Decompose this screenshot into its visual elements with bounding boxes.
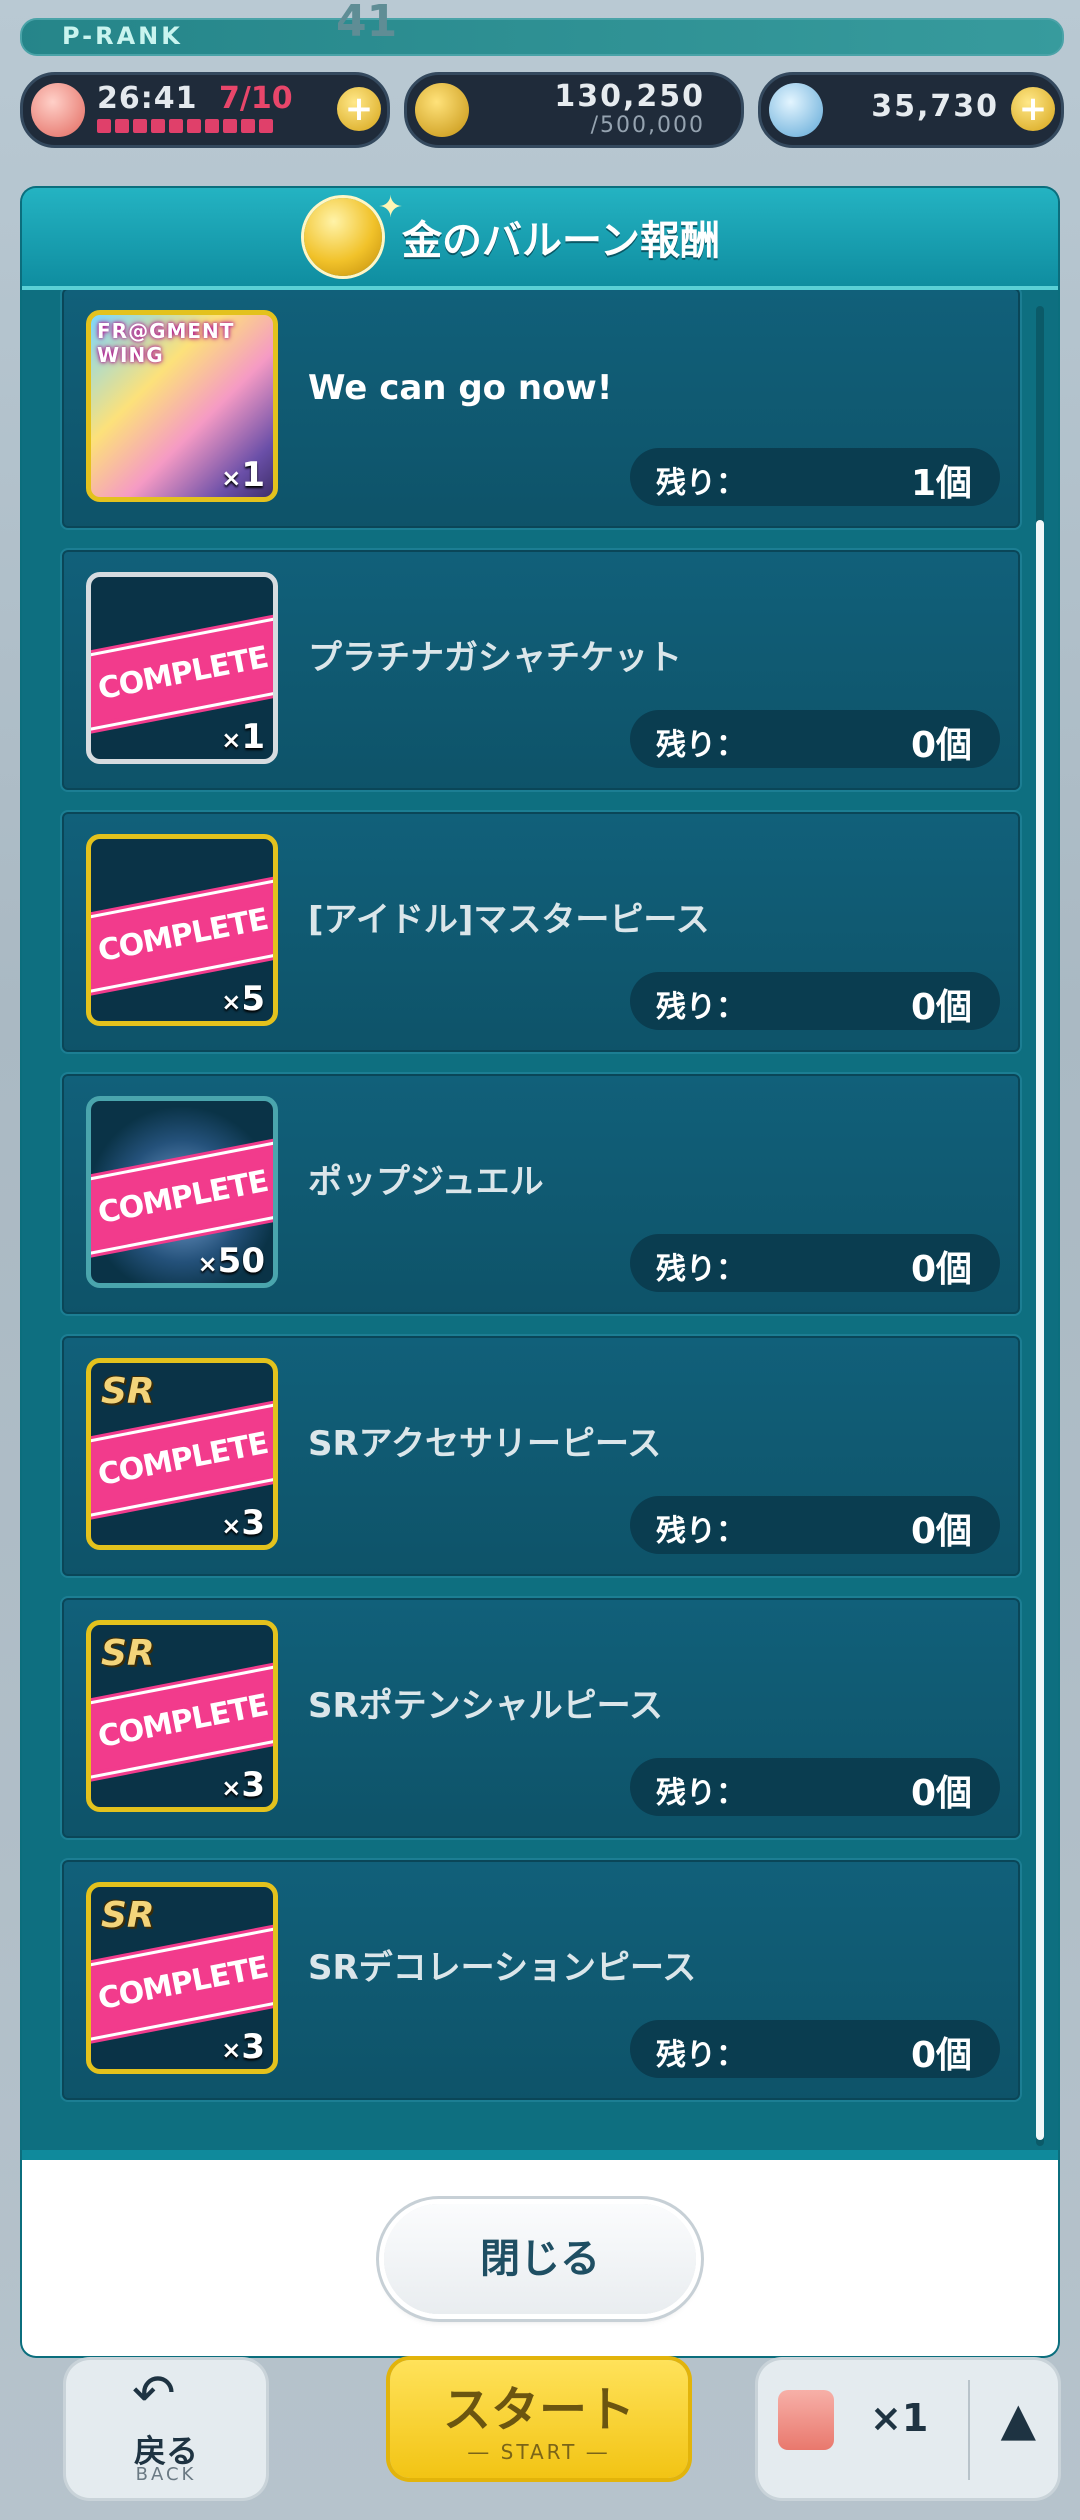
reward-name: SRポテンシャルピース [308, 1686, 663, 1726]
remaining-value: 0個 [910, 1249, 972, 1290]
remaining-label: 残り： [656, 1514, 746, 1549]
remaining-box: 残り： 0個 [630, 972, 1000, 1030]
remaining-box: 残り： 0個 [630, 1496, 1000, 1554]
complete-stamp: COMPLETE [91, 1410, 273, 1510]
remaining-box: 残り： 0個 [630, 710, 1000, 768]
jewel-icon [769, 83, 823, 137]
stamina-count: 7/10 [219, 81, 293, 116]
stamina-timer: 26:41 [97, 81, 198, 116]
reward-name: [アイドル]マスターピース [308, 900, 710, 940]
remaining-value: 1個 [910, 463, 972, 504]
stamina-add-button[interactable]: + [337, 87, 381, 131]
reward-item: SR COMPLETE ×3 SRデコレーションピース 残り： 0個 [60, 1858, 1022, 2102]
reward-qty: ×3 [221, 1503, 265, 1543]
reward-qty: ×5 [221, 979, 265, 1019]
complete-stamp: COMPLETE [91, 1672, 273, 1772]
stamina-bag-icon [31, 83, 85, 137]
start-button[interactable]: スタート ― START ― [390, 2360, 688, 2478]
back-button[interactable]: ↶ 戻る BACK [66, 2360, 266, 2498]
remaining-value: 0個 [910, 987, 972, 1028]
sparkle-icon: ✦ [378, 190, 404, 225]
stamina-bag-icon [778, 2390, 834, 2450]
divider [968, 2380, 970, 2480]
reward-item: COMPLETE ×5 [アイドル]マスターピース 残り： 0個 [60, 810, 1022, 1054]
reward-name: ポップジュエル [308, 1162, 544, 1202]
reward-list[interactable]: FR@GMENT WING ×1 We can go now! 残り： 1個 C… [22, 290, 1058, 2150]
money-max: /500,000 [590, 113, 705, 138]
reward-modal: ✦ 金のバルーン報酬 FR@GMENT WING ×1 We can go no… [22, 188, 1058, 2356]
remaining-label: 残り： [656, 1776, 746, 1811]
triangle-up-icon[interactable]: ▲ [1001, 2392, 1036, 2446]
back-sub-label: BACK [135, 2464, 197, 2485]
remaining-value: 0個 [910, 725, 972, 766]
back-arrow-icon: ↶ [132, 2364, 176, 2424]
reward-name: SRアクセサリーピース [308, 1424, 662, 1464]
sr-badge: SR [101, 1633, 155, 1674]
stamina-blocks [97, 119, 273, 133]
remaining-value: 0個 [910, 2035, 972, 2076]
sr-potential-thumbnail[interactable]: SR COMPLETE ×3 [86, 1620, 278, 1812]
complete-stamp: COMPLETE [91, 886, 273, 986]
modal-header: ✦ 金のバルーン報酬 [22, 188, 1058, 290]
reward-name: SRデコレーションピース [308, 1948, 697, 1988]
p-rank-label: P-RANK [62, 22, 183, 50]
card-title: FR@GMENT WING [97, 319, 235, 367]
reward-qty: ×50 [197, 1241, 265, 1281]
jewel-add-button[interactable]: + [1011, 87, 1055, 131]
complete-stamp: COMPLETE [91, 1148, 273, 1248]
reward-qty: ×3 [221, 2027, 265, 2067]
reward-item: FR@GMENT WING ×1 We can go now! 残り： 1個 [60, 290, 1022, 530]
reward-qty: ×1 [221, 717, 265, 757]
stamina-display: 26:41 7/10 + [20, 72, 390, 148]
bottom-bar: ↶ 戻る BACK スタート ― START ― ×1 ▲ [0, 2356, 1080, 2520]
reward-item: SR COMPLETE ×3 SRポテンシャルピース 残り： 0個 [60, 1596, 1022, 1840]
remaining-box: 残り： 1個 [630, 448, 1000, 506]
reward-item: SR COMPLETE ×3 SRアクセサリーピース 残り： 0個 [60, 1334, 1022, 1578]
reward-item: COMPLETE ×50 ポップジュエル 残り： 0個 [60, 1072, 1022, 1316]
reward-qty: ×3 [221, 1765, 265, 1805]
p-rank-value: 41 [336, 0, 398, 47]
complete-stamp: COMPLETE [91, 1934, 273, 2034]
start-sub-label: ― START ― [468, 2440, 610, 2464]
remaining-value: 0個 [910, 1773, 972, 1814]
item-button[interactable]: ×1 ▲ [758, 2360, 1058, 2498]
reward-name: We can go now! [308, 368, 613, 408]
remaining-value: 0個 [910, 1511, 972, 1552]
money-display: 130,250 /500,000 [404, 72, 744, 148]
remaining-label: 残り： [656, 728, 746, 763]
card-thumbnail[interactable]: FR@GMENT WING ×1 [86, 310, 278, 502]
coin-icon [415, 83, 469, 137]
remaining-box: 残り： 0個 [630, 1234, 1000, 1292]
close-button[interactable]: 閉じる [384, 2204, 696, 2314]
sr-badge: SR [101, 1371, 155, 1412]
start-label: スタート [442, 2382, 635, 2438]
p-rank-bar: P-RANK [20, 18, 1064, 56]
remaining-label: 残り： [656, 466, 746, 501]
remaining-label: 残り： [656, 990, 746, 1025]
scrollbar-thumb[interactable] [1036, 520, 1044, 2140]
jewel-display: 35,730 + [758, 72, 1064, 148]
money-value: 130,250 [554, 79, 705, 114]
sr-badge: SR [101, 1895, 155, 1936]
remaining-box: 残り： 0個 [630, 1758, 1000, 1816]
item-count: ×1 [870, 2396, 929, 2440]
reward-item: COMPLETE ×1 プラチナガシャチケット 残り： 0個 [60, 548, 1022, 792]
jewel-value: 35,730 [871, 89, 999, 124]
remaining-label: 残り： [656, 1252, 746, 1287]
jewel-thumbnail[interactable]: COMPLETE ×50 [86, 1096, 278, 1288]
ticket-thumbnail[interactable]: COMPLETE ×1 [86, 572, 278, 764]
master-piece-thumbnail[interactable]: COMPLETE ×5 [86, 834, 278, 1026]
complete-stamp: COMPLETE [91, 624, 273, 724]
remaining-label: 残り： [656, 2038, 746, 2073]
sr-accessory-thumbnail[interactable]: SR COMPLETE ×3 [86, 1358, 278, 1550]
remaining-box: 残り： 0個 [630, 2020, 1000, 2078]
reward-qty: ×1 [221, 455, 265, 495]
sr-decoration-thumbnail[interactable]: SR COMPLETE ×3 [86, 1882, 278, 2074]
reward-name: プラチナガシャチケット [308, 638, 682, 678]
gold-balloon-medal-icon [304, 198, 382, 276]
modal-title: 金のバルーン報酬 [402, 218, 720, 264]
modal-footer: 閉じる [22, 2160, 1058, 2356]
